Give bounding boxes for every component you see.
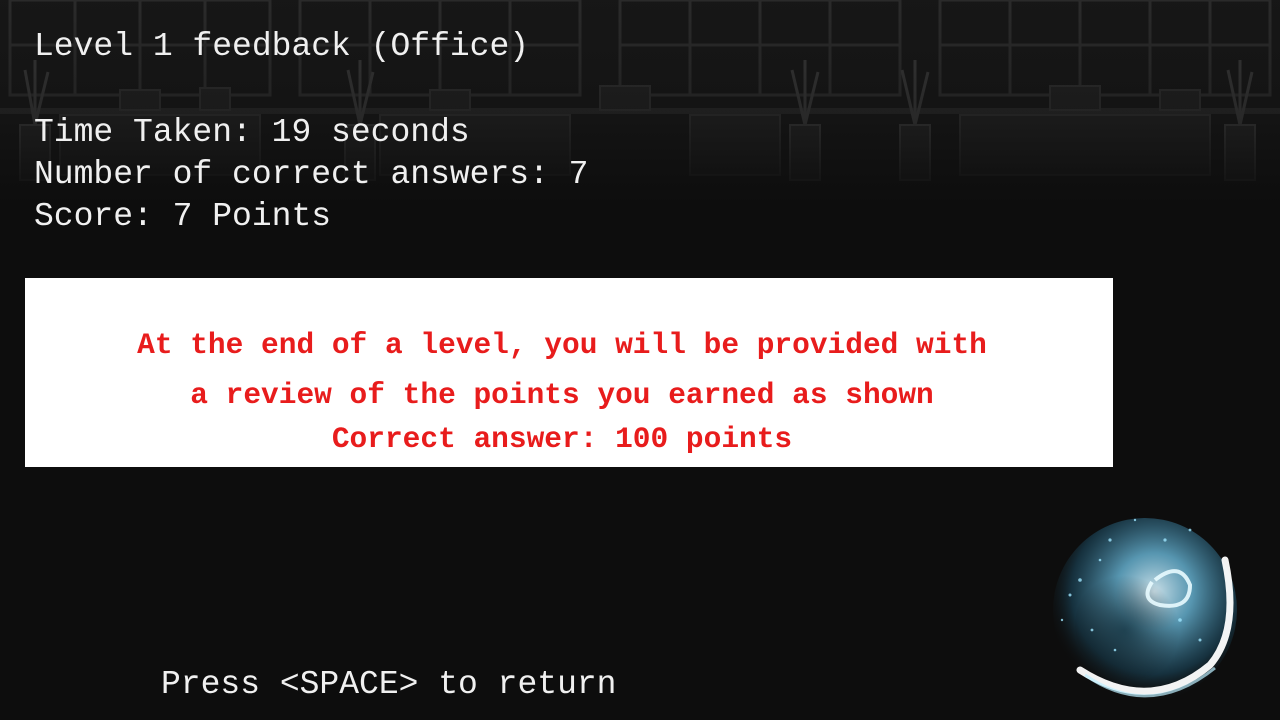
correct-answers-label: Number of correct answers: 7 bbox=[34, 156, 589, 193]
return-prompt: Press <SPACE> to return bbox=[161, 666, 617, 703]
tutorial-line-3: Correct answer: 100 points bbox=[331, 422, 793, 456]
feedback-title: Level 1 feedback (Office) bbox=[34, 28, 530, 65]
glowing-orb-icon bbox=[1053, 518, 1237, 702]
tutorial-line-1: At the end of a level, you will be provi… bbox=[137, 328, 987, 362]
tutorial-line-2: a review of the points you earned as sho… bbox=[190, 378, 934, 412]
tutorial-info-box: At the end of a level, you will be provi… bbox=[25, 278, 1113, 467]
score-label: Score: 7 Points bbox=[34, 198, 332, 235]
time-taken-label: Time Taken: 19 seconds bbox=[34, 114, 470, 151]
game-screen: Level 1 feedback (Office) Time Taken: 19… bbox=[0, 0, 1280, 720]
